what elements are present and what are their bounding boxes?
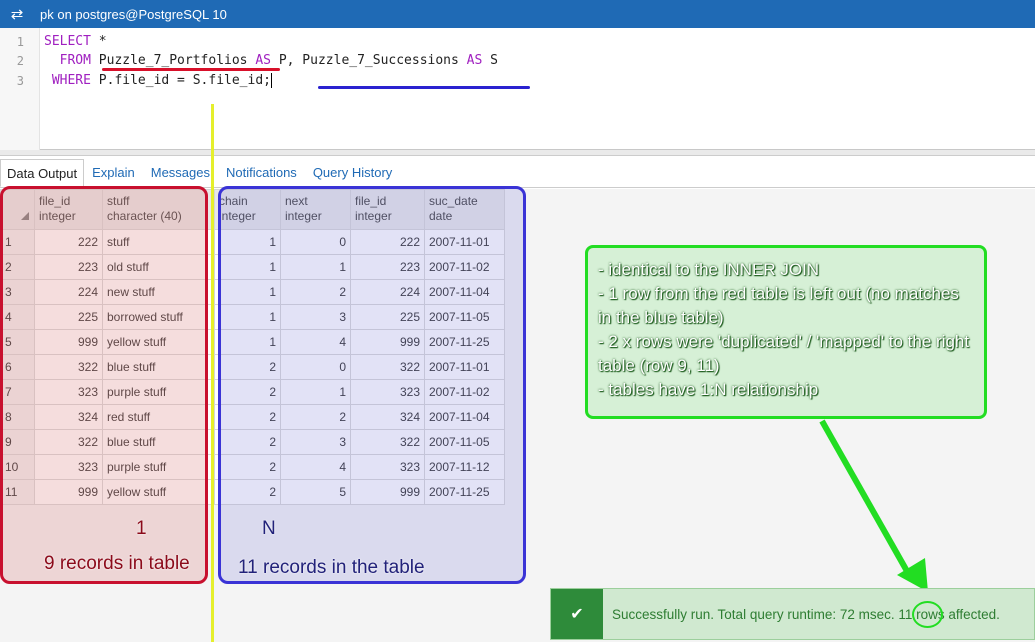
row-count-circle-annotation xyxy=(912,601,943,628)
status-bar: ✔ Successfully run. Total query runtime:… xyxy=(550,588,1035,640)
green-arrow-annotation xyxy=(819,419,928,592)
arrow-shaft xyxy=(819,419,915,582)
check-icon: ✔ xyxy=(551,589,603,639)
